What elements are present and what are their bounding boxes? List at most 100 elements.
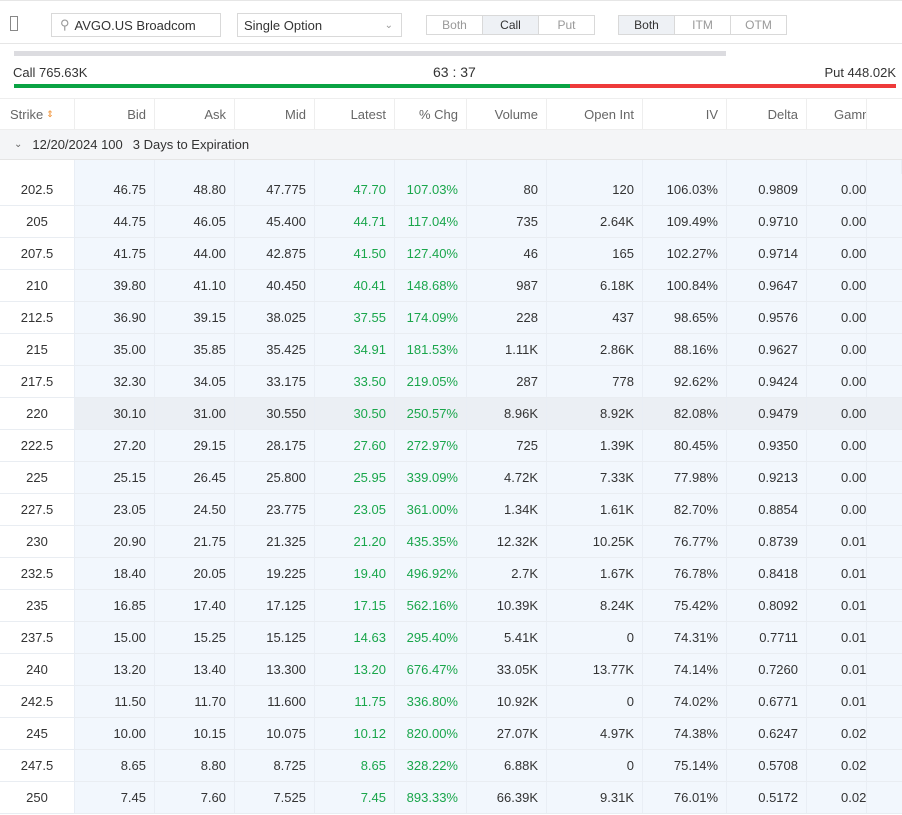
cell-volume: 12.32K	[467, 526, 547, 557]
table-row[interactable]: 235 16.85 17.40 17.125 17.15 562.16% 10.39K 8.2…	[0, 590, 902, 622]
cell-strike: 237.5	[0, 622, 75, 653]
column-header--chg[interactable]: % Chg	[395, 99, 467, 129]
partial-cell	[547, 160, 643, 174]
cell-mid: 33.175	[235, 366, 315, 397]
cell-delta: 0.8739	[727, 526, 807, 557]
cell--chg: 893.33%	[395, 782, 467, 813]
cell-latest: 27.60	[315, 430, 395, 461]
cell-strike: 220	[0, 398, 75, 429]
cell--chg: 336.80%	[395, 686, 467, 717]
horizontal-scrollbar[interactable]	[14, 51, 726, 56]
cell-delta: 0.9479	[727, 398, 807, 429]
cell-delta: 0.5708	[727, 750, 807, 781]
table-row[interactable]: 207.5 41.75 44.00 42.875 41.50 127.40% 46 165 10…	[0, 238, 902, 270]
cell-volume: 2.7K	[467, 558, 547, 589]
table-row[interactable]: 245 10.00 10.15 10.075 10.12 820.00% 27.07K 4.9…	[0, 718, 902, 750]
strategy-select[interactable]: Single Option ⌄	[237, 13, 402, 37]
table-row[interactable]: 205 44.75 46.05 45.400 44.71 117.04% 735 2.64K 1…	[0, 206, 902, 238]
side-filter: Both Call Put	[426, 15, 595, 35]
table-row[interactable]: 242.5 11.50 11.70 11.600 11.75 336.80% 10.92K 0…	[0, 686, 902, 718]
cell-open-int: 8.24K	[547, 590, 643, 621]
side-put[interactable]: Put	[539, 16, 594, 34]
side-both[interactable]: Both	[427, 16, 483, 34]
table-row[interactable]: 210 39.80 41.10 40.450 40.41 148.68% 987 6.18K 1…	[0, 270, 902, 302]
cell-bid: 39.80	[75, 270, 155, 301]
table-row[interactable]: 222.5 27.20 29.15 28.175 27.60 272.97% 725 1.39…	[0, 430, 902, 462]
partial-cell	[75, 160, 155, 174]
column-header-volume[interactable]: Volume	[467, 99, 547, 129]
cell--chg: 174.09%	[395, 302, 467, 333]
cell--chg: 339.09%	[395, 462, 467, 493]
table-row[interactable]: 240 13.20 13.40 13.300 13.20 676.47% 33.05K 13.…	[0, 654, 902, 686]
column-header-gamma[interactable]: Gamma	[807, 99, 867, 129]
table-row[interactable]: 250 7.45 7.60 7.525 7.45 893.33% 66.39K 9.31K 76…	[0, 782, 902, 814]
table-row[interactable]: 212.5 36.90 39.15 38.025 37.55 174.09% 228 437 9…	[0, 302, 902, 334]
row-filler	[867, 270, 902, 301]
table-row[interactable]: 217.5 32.30 34.05 33.175 33.50 219.05% 287 778 9…	[0, 366, 902, 398]
search-input[interactable]: ⚲ AVGO.US Broadcom	[51, 13, 221, 37]
table-row[interactable]: 227.5 23.05 24.50 23.775 23.05 361.00% 1.34K 1.…	[0, 494, 902, 526]
cell--chg: 107.03%	[395, 174, 467, 205]
cell-bid: 8.65	[75, 750, 155, 781]
cell-delta: 0.9213	[727, 462, 807, 493]
cell-open-int: 778	[547, 366, 643, 397]
cell-ask: 29.15	[155, 430, 235, 461]
sidebar-toggle-icon[interactable]	[10, 16, 18, 31]
cell-open-int: 6.18K	[547, 270, 643, 301]
cell-volume: 228	[467, 302, 547, 333]
cell-iv: 76.01%	[643, 782, 727, 813]
moneyness-otm[interactable]: OTM	[731, 16, 786, 34]
cell-gamma: 0.00	[807, 206, 867, 237]
cell-iv: 102.27%	[643, 238, 727, 269]
column-header-delta[interactable]: Delta	[727, 99, 807, 129]
column-header-mid[interactable]: Mid	[235, 99, 315, 129]
table-row[interactable]: 225 25.15 26.45 25.800 25.95 339.09% 4.72K 7.33…	[0, 462, 902, 494]
cell-iv: 92.62%	[643, 366, 727, 397]
expiry-group-row[interactable]: ⌄ 12/20/2024 100 3 Days to Expiration	[0, 130, 902, 160]
header-filler	[867, 99, 902, 129]
moneyness-both[interactable]: Both	[619, 16, 675, 34]
cell-bid: 11.50	[75, 686, 155, 717]
cell--chg: 295.40%	[395, 622, 467, 653]
cell-ask: 15.25	[155, 622, 235, 653]
cell-ask: 11.70	[155, 686, 235, 717]
table-row[interactable]: 215 35.00 35.85 35.425 34.91 181.53% 1.11K 2.86…	[0, 334, 902, 366]
table-row[interactable]: 202.5 46.75 48.80 47.775 47.70 107.03% 80 120 10…	[0, 174, 902, 206]
column-header-ask[interactable]: Ask	[155, 99, 235, 129]
table-row[interactable]: 247.5 8.65 8.80 8.725 8.65 328.22% 6.88K 0 75.14…	[0, 750, 902, 782]
sort-icon[interactable]: ⇕	[46, 109, 54, 120]
cell-iv: 75.14%	[643, 750, 727, 781]
cell-strike: 205	[0, 206, 75, 237]
cell--chg: 361.00%	[395, 494, 467, 525]
cell-open-int: 437	[547, 302, 643, 333]
cell-open-int: 120	[547, 174, 643, 205]
cell-volume: 725	[467, 430, 547, 461]
cell-bid: 23.05	[75, 494, 155, 525]
partial-cell	[727, 160, 807, 174]
cell-strike: 207.5	[0, 238, 75, 269]
side-call[interactable]: Call	[483, 16, 539, 34]
column-header-iv[interactable]: IV	[643, 99, 727, 129]
cell-iv: 77.98%	[643, 462, 727, 493]
cell-iv: 74.38%	[643, 718, 727, 749]
cell-ask: 41.10	[155, 270, 235, 301]
table-row[interactable]: 232.5 18.40 20.05 19.225 19.40 496.92% 2.7K 1.6…	[0, 558, 902, 590]
partial-cell	[315, 160, 395, 174]
table-row[interactable]: 230 20.90 21.75 21.325 21.20 435.35% 12.32K 10.…	[0, 526, 902, 558]
cell-gamma: 0.01	[807, 558, 867, 589]
column-header-latest[interactable]: Latest	[315, 99, 395, 129]
column-header-bid[interactable]: Bid	[75, 99, 155, 129]
column-header-label: Ask	[204, 106, 226, 122]
row-filler	[867, 334, 902, 365]
moneyness-itm[interactable]: ITM	[675, 16, 731, 34]
cell--chg: 117.04%	[395, 206, 467, 237]
cell-delta: 0.9710	[727, 206, 807, 237]
table-row[interactable]: 237.5 15.00 15.25 15.125 14.63 295.40% 5.41K 0 7…	[0, 622, 902, 654]
column-header-strike[interactable]: Strike ⇕	[0, 99, 75, 129]
cell--chg: 272.97%	[395, 430, 467, 461]
table-header: Strike ⇕ Bid Ask Mid Latest % Chg Volume Open In…	[0, 98, 902, 130]
cell-open-int: 165	[547, 238, 643, 269]
cell-ask: 44.00	[155, 238, 235, 269]
column-header-open-int[interactable]: Open Int	[547, 99, 643, 129]
table-row[interactable]: 220 30.10 31.00 30.550 30.50 250.57% 8.96K 8.92…	[0, 398, 902, 430]
